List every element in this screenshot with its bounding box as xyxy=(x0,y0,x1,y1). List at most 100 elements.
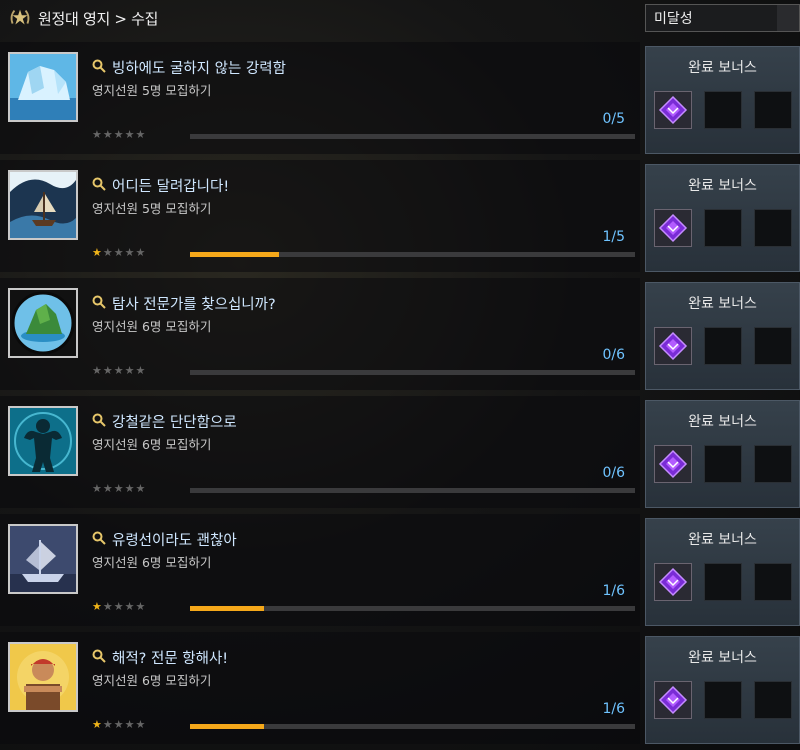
star-icon: ★ xyxy=(92,128,103,141)
star-icon: ★ xyxy=(92,364,103,377)
progress-bar xyxy=(190,606,635,611)
star-icon: ★ xyxy=(102,128,114,141)
bonus-empty-slot[interactable] xyxy=(754,209,792,247)
purple-crystal-icon xyxy=(658,449,688,479)
star-icon: ★ xyxy=(135,246,147,259)
magnifier-icon[interactable] xyxy=(92,413,106,431)
bonus-empty-slot[interactable] xyxy=(754,563,792,601)
star-icon: ★ xyxy=(135,482,147,495)
filter-selected-value: 미달성 xyxy=(654,11,693,27)
mission-count: 0/6 xyxy=(602,347,625,363)
mission-count: 0/6 xyxy=(602,465,625,481)
status-filter-dropdown[interactable]: 미달성 xyxy=(645,4,800,32)
mission-row[interactable]: 빙하에도 굴하지 않는 강력함 영지선원 5명 모집하기 0/5 ★★★★★ 완… xyxy=(0,42,800,160)
bonus-item-slot[interactable] xyxy=(654,563,692,601)
mission-title-link[interactable]: 빙하에도 굴하지 않는 강력함 xyxy=(92,57,286,78)
mission-subtitle: 영지선원 5명 모집하기 xyxy=(92,83,212,98)
completion-bonus-panel: 완료 보너스 xyxy=(645,46,800,154)
magnifier-icon[interactable] xyxy=(92,531,106,549)
bonus-empty-slot[interactable] xyxy=(704,327,742,365)
star-icon: ★ xyxy=(124,364,136,377)
bonus-item-slot[interactable] xyxy=(654,445,692,483)
star-icon: ★ xyxy=(113,128,125,141)
mission-subtitle: 영지선원 6명 모집하기 xyxy=(92,437,212,452)
star-icon: ★ xyxy=(92,600,103,613)
bonus-empty-slot[interactable] xyxy=(754,91,792,129)
bonus-item-slot[interactable] xyxy=(654,681,692,719)
magnifier-icon[interactable] xyxy=(92,177,106,195)
completion-bonus-panel: 완료 보너스 xyxy=(645,164,800,272)
mission-row[interactable]: 강철같은 단단함으로 영지선원 6명 모집하기 0/6 ★★★★★ 완료 보너스 xyxy=(0,396,800,514)
mission-title-link[interactable]: 어디든 달려갑니다! xyxy=(92,175,229,196)
star-icon: ★ xyxy=(92,246,103,259)
star-rating: ★★★★★ xyxy=(92,600,146,613)
mission-row[interactable]: 유령선이라도 괜찮아 영지선원 6명 모집하기 1/6 ★★★★★ 완료 보너스 xyxy=(0,514,800,632)
purple-crystal-icon xyxy=(658,95,688,125)
star-icon: ★ xyxy=(92,482,103,495)
bonus-empty-slot[interactable] xyxy=(754,327,792,365)
star-rating: ★★★★★ xyxy=(92,128,146,141)
progress-bar xyxy=(190,724,635,729)
mission-row[interactable]: 어디든 달려갑니다! 영지선원 5명 모집하기 1/5 ★★★★★ 완료 보너스 xyxy=(0,160,800,278)
ship-wave-thumbnail xyxy=(8,170,78,240)
completion-bonus-panel: 완료 보너스 xyxy=(645,636,800,744)
purple-crystal-icon xyxy=(658,685,688,715)
star-rating: ★★★★★ xyxy=(92,246,146,259)
bonus-empty-slot[interactable] xyxy=(704,445,742,483)
star-icon: ★ xyxy=(113,600,125,613)
bonus-empty-slot[interactable] xyxy=(704,681,742,719)
mission-title-link[interactable]: 유령선이라도 괜찮아 xyxy=(92,529,237,550)
strong-figure-thumbnail xyxy=(8,406,78,476)
progress-bar xyxy=(190,488,635,493)
island-thumbnail xyxy=(8,288,78,358)
star-icon: ★ xyxy=(113,482,125,495)
bonus-empty-slot[interactable] xyxy=(704,209,742,247)
iceberg-thumbnail xyxy=(8,52,78,122)
progress-bar xyxy=(190,252,635,257)
magnifier-icon[interactable] xyxy=(92,649,106,667)
mission-title-link[interactable]: 강철같은 단단함으로 xyxy=(92,411,237,432)
pirate-thumbnail xyxy=(8,642,78,712)
mission-title: 탐사 전문가를 찾으십니까? xyxy=(112,297,276,313)
star-icon: ★ xyxy=(113,364,125,377)
star-icon: ★ xyxy=(92,718,103,731)
star-icon: ★ xyxy=(124,246,136,259)
mission-count: 1/5 xyxy=(602,229,625,245)
mission-count: 0/5 xyxy=(602,111,625,127)
bonus-item-slot[interactable] xyxy=(654,209,692,247)
mission-title-link[interactable]: 해적? 전문 항해사! xyxy=(92,647,228,668)
magnifier-icon[interactable] xyxy=(92,295,106,313)
bonus-item-slot[interactable] xyxy=(654,91,692,129)
progress-fill xyxy=(190,724,265,729)
mission-subtitle: 영지선원 6명 모집하기 xyxy=(92,555,212,570)
breadcrumb: 원정대 영지 > 수집 xyxy=(38,9,159,28)
bonus-empty-slot[interactable] xyxy=(754,681,792,719)
bonus-label: 완료 보너스 xyxy=(688,414,757,430)
bonus-empty-slot[interactable] xyxy=(704,563,742,601)
star-icon: ★ xyxy=(124,128,136,141)
mission-title: 유령선이라도 괜찮아 xyxy=(112,533,237,549)
mission-row[interactable]: 탐사 전문가를 찾으십니까? 영지선원 6명 모집하기 0/6 ★★★★★ 완료… xyxy=(0,278,800,396)
dropdown-arrow[interactable] xyxy=(777,5,799,31)
ghost-ship-thumbnail xyxy=(8,524,78,594)
bonus-label: 완료 보너스 xyxy=(688,60,757,76)
star-rating: ★★★★★ xyxy=(92,718,146,731)
progress-fill xyxy=(190,252,279,257)
bonus-label: 완료 보너스 xyxy=(688,296,757,312)
mission-title-link[interactable]: 탐사 전문가를 찾으십니까? xyxy=(92,293,276,314)
mission-subtitle: 영지선원 5명 모집하기 xyxy=(92,201,212,216)
star-icon: ★ xyxy=(102,246,114,259)
mission-row[interactable]: 해적? 전문 항해사! 영지선원 6명 모집하기 1/6 ★★★★★ 완료 보너… xyxy=(0,632,800,750)
star-icon: ★ xyxy=(113,718,125,731)
bonus-item-slot[interactable] xyxy=(654,327,692,365)
magnifier-icon[interactable] xyxy=(92,59,106,77)
star-icon: ★ xyxy=(102,482,114,495)
mission-subtitle: 영지선원 6명 모집하기 xyxy=(92,673,212,688)
bonus-empty-slot[interactable] xyxy=(704,91,742,129)
completion-bonus-panel: 완료 보너스 xyxy=(645,282,800,390)
bonus-empty-slot[interactable] xyxy=(754,445,792,483)
breadcrumb-header: 원정대 영지 > 수집 xyxy=(0,0,640,36)
star-rating: ★★★★★ xyxy=(92,364,146,377)
star-icon: ★ xyxy=(135,718,147,731)
completion-bonus-panel: 완료 보너스 xyxy=(645,518,800,626)
